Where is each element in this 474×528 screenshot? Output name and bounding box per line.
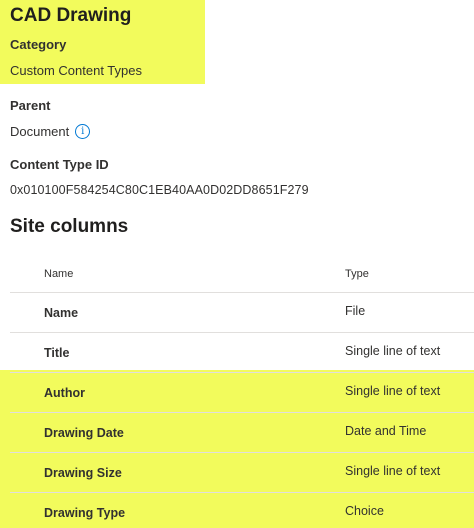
content-type-details-page: CAD Drawing Category Custom Content Type… <box>0 0 474 528</box>
info-icon[interactable]: i <box>75 124 91 139</box>
parent-value: Document <box>10 124 70 139</box>
row-type: Single line of text <box>345 384 441 398</box>
category-value: Custom Content Types <box>10 63 142 78</box>
row-name[interactable]: Name <box>44 306 78 320</box>
parent-row: Document i <box>10 124 91 139</box>
table-row[interactable]: Name File <box>10 293 474 333</box>
row-type: Single line of text <box>345 464 441 478</box>
table-row[interactable]: Drawing Type Choice <box>10 493 474 528</box>
site-columns-table: Name Type Name File Title Single line of… <box>10 254 474 528</box>
parent-label: Parent <box>10 98 51 113</box>
site-columns-title: Site columns <box>10 216 129 237</box>
column-header-name[interactable]: Name <box>44 268 73 280</box>
row-type: File <box>345 304 366 318</box>
table-row[interactable]: Drawing Size Single line of text <box>10 453 474 493</box>
row-type: Single line of text <box>345 344 441 358</box>
content-type-title: CAD Drawing <box>10 5 132 26</box>
row-type: Date and Time <box>345 424 427 438</box>
row-name[interactable]: Drawing Date <box>44 426 124 440</box>
column-header-type[interactable]: Type <box>345 268 369 280</box>
content-type-id-value: 0x010100F584254C80C1EB40AA0D02DD8651F279 <box>10 183 309 197</box>
row-name[interactable]: Drawing Type <box>44 506 125 520</box>
table-row[interactable]: Drawing Date Date and Time <box>10 413 474 453</box>
table-row[interactable]: Title Single line of text <box>10 333 474 373</box>
category-label: Category <box>10 37 67 52</box>
row-type: Choice <box>345 504 384 518</box>
row-name[interactable]: Title <box>44 346 69 360</box>
table-row[interactable]: Author Single line of text <box>10 373 474 413</box>
row-name[interactable]: Author <box>44 386 85 400</box>
content-type-id-label: Content Type ID <box>10 157 109 172</box>
row-name[interactable]: Drawing Size <box>44 466 122 480</box>
table-header-row: Name Type <box>10 254 474 293</box>
